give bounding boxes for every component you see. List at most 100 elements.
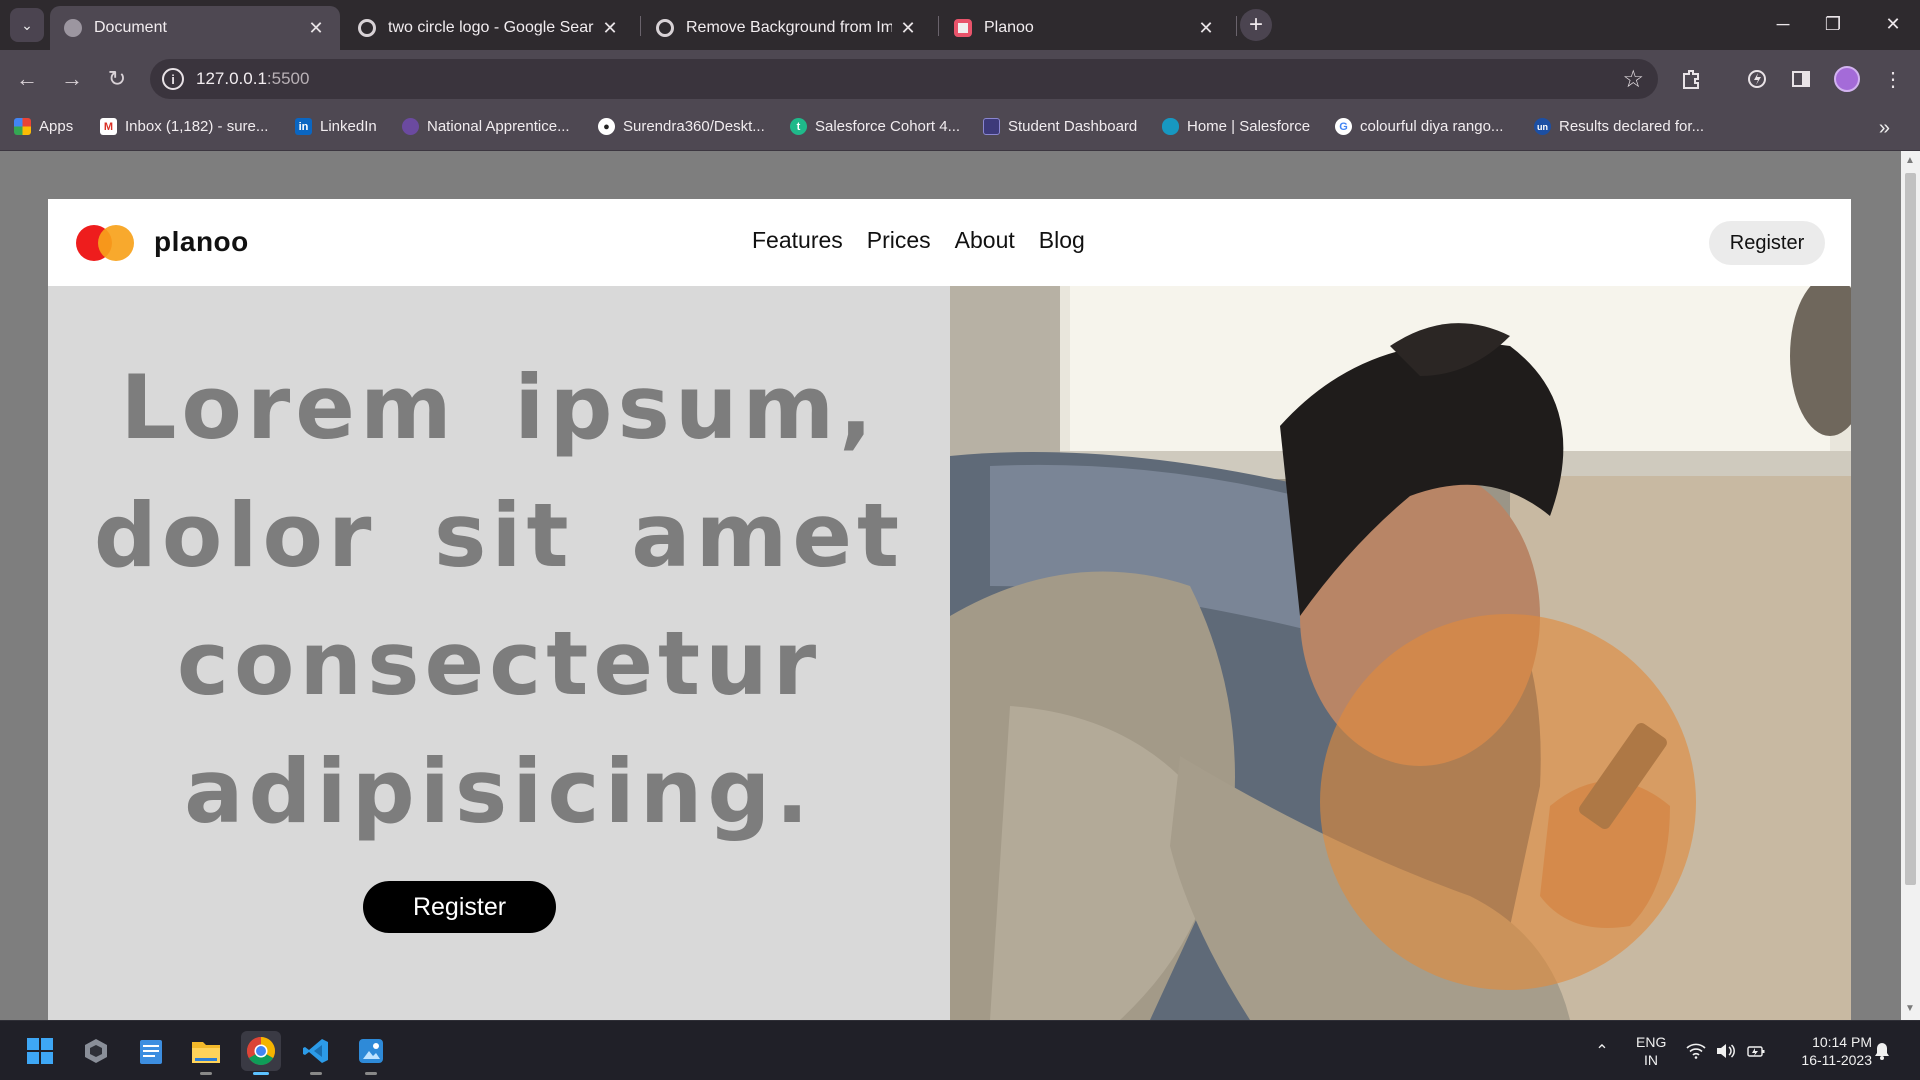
close-tab-icon[interactable]: ✕ <box>898 18 918 39</box>
windows-taskbar: ⌃ ENG IN 10:14 PM 16-11-2023 <box>0 1020 1920 1080</box>
scroll-down-arrow-icon[interactable]: ▼ <box>1905 1003 1915 1014</box>
menu-about[interactable]: About <box>955 227 1015 254</box>
show-hidden-icons[interactable]: ⌃ <box>1590 1021 1614 1080</box>
address-bar[interactable]: i 127.0.0.1:5500 ☆ <box>150 59 1658 99</box>
bookmark-colourful-diya[interactable]: G colourful diya rango... <box>1335 118 1503 135</box>
bookmark-inbox[interactable]: M Inbox (1,182) - sure... <box>100 118 268 135</box>
bookmark-label: Apps <box>39 118 74 135</box>
close-tab-icon[interactable]: ✕ <box>600 18 620 39</box>
header-register-button[interactable]: Register <box>1709 221 1825 265</box>
url-port: :5500 <box>266 69 310 88</box>
bookmark-linkedin[interactable]: in LinkedIn <box>295 118 377 135</box>
bookmark-salesforce-cohort[interactable]: t Salesforce Cohort 4... <box>790 118 960 135</box>
planoo-site: planoo Features Prices About Blog Regist… <box>48 199 1851 1020</box>
orange-circle <box>98 225 134 261</box>
tab-search-button[interactable]: ⌄ <box>10 8 44 42</box>
bookmark-home-salesforce[interactable]: Home | Salesforce <box>1162 118 1310 135</box>
bookmarks-bar: Apps M Inbox (1,182) - sure... in Linked… <box>0 108 1920 151</box>
hero-register-button[interactable]: Register <box>363 881 556 933</box>
tab-remove-background[interactable]: Remove Background from Imag ✕ <box>642 6 932 50</box>
system-clock[interactable]: 10:14 PM 16-11-2023 <box>1780 1033 1872 1069</box>
bookmark-star-icon[interactable]: ☆ <box>1622 65 1644 94</box>
close-tab-icon[interactable]: ✕ <box>1196 18 1216 39</box>
hero-photo <box>950 286 1851 1020</box>
region-code: IN <box>1644 1052 1658 1068</box>
bookmark-github[interactable]: ● Surendra360/Deskt... <box>598 118 765 135</box>
more-menu-icon[interactable]: ⋮ <box>1878 64 1908 94</box>
url-host: 127.0.0.1 <box>196 69 267 88</box>
gmail-icon: M <box>100 118 117 135</box>
paint-icon[interactable] <box>351 1031 391 1075</box>
reload-icon: ↻ <box>107 66 127 91</box>
notification-bell-icon[interactable] <box>1874 1021 1896 1080</box>
arrow-right-icon: → <box>61 66 83 91</box>
bookmark-label: colourful diya rango... <box>1360 118 1504 135</box>
menu-features[interactable]: Features <box>752 227 843 254</box>
clock-time: 10:14 PM <box>1812 1034 1872 1050</box>
close-window-button[interactable]: ✕ <box>1863 0 1920 48</box>
hero-headline: Lorem ipsum, dolor sit amet consectetur … <box>93 356 905 843</box>
tab-planoo[interactable]: Planoo ✕ <box>940 6 1230 50</box>
tab-google-search[interactable]: two circle logo - Google Search ✕ <box>344 6 634 50</box>
bookmark-results-declared[interactable]: un Results declared for... <box>1534 118 1704 135</box>
battery-icon[interactable] <box>1746 1021 1768 1080</box>
language-indicator[interactable]: ENG IN <box>1636 1033 1666 1069</box>
file-explorer-icon[interactable] <box>186 1031 226 1075</box>
bookmark-label: National Apprentice... <box>427 118 570 135</box>
browser-toolbar: ← → ↻ i 127.0.0.1:5500 ☆ ⋮ <box>0 50 1920 108</box>
globe-icon <box>64 19 82 37</box>
restore-button[interactable]: ❐ <box>1803 0 1863 48</box>
bookmark-label: Results declared for... <box>1559 118 1705 135</box>
bookmark-label: Surendra360/Deskt... <box>623 118 765 135</box>
tab-separator <box>938 16 939 36</box>
site-info-icon[interactable]: i <box>162 68 184 90</box>
profile-avatar-icon[interactable] <box>1832 64 1862 94</box>
forward-button[interactable]: → <box>55 62 89 96</box>
extensions-icon[interactable] <box>1676 64 1706 94</box>
new-tab-button[interactable]: + <box>1240 9 1272 41</box>
scrollbar-thumb[interactable] <box>1905 173 1916 885</box>
google-icon <box>358 19 376 37</box>
tab-separator <box>1236 16 1237 36</box>
url-text: 127.0.0.1:5500 <box>196 69 309 89</box>
more-bookmarks-icon[interactable]: » <box>1879 117 1890 140</box>
chevron-down-icon: ⌄ <box>21 16 33 33</box>
notepad-icon[interactable] <box>131 1031 171 1071</box>
dashboard-icon <box>983 118 1000 135</box>
back-button[interactable]: ← <box>10 62 44 96</box>
salesforce-cloud-icon <box>1162 118 1179 135</box>
brand-name[interactable]: planoo <box>154 226 249 258</box>
site-header: planoo Features Prices About Blog Regist… <box>48 199 1851 286</box>
clock-date: 16-11-2023 <box>1801 1052 1872 1068</box>
windows-start-icon[interactable] <box>20 1031 60 1071</box>
side-panel-icon[interactable] <box>1786 64 1816 94</box>
tab-separator <box>640 16 641 36</box>
extension-bolt-icon[interactable] <box>1742 64 1772 94</box>
bookmark-national-apprentice[interactable]: National Apprentice... <box>402 118 570 135</box>
tab-document[interactable]: Document ✕ <box>50 6 340 50</box>
wifi-icon[interactable] <box>1686 1021 1708 1080</box>
vscode-icon[interactable] <box>296 1031 336 1075</box>
scroll-up-arrow-icon[interactable]: ▲ <box>1905 155 1915 166</box>
tab-title: Remove Background from Imag <box>686 19 892 36</box>
reload-button[interactable]: ↻ <box>100 62 134 96</box>
running-indicator <box>365 1072 377 1075</box>
tab-title: Planoo <box>984 19 1034 36</box>
bookmark-student-dashboard[interactable]: Student Dashboard <box>983 118 1137 135</box>
chrome-icon[interactable] <box>241 1031 281 1075</box>
tab-strip: ⌄ Document ✕ two circle logo - Google Se… <box>0 0 1920 50</box>
bookmark-apps[interactable]: Apps <box>14 118 73 135</box>
menu-prices[interactable]: Prices <box>867 227 931 254</box>
bookmark-label: LinkedIn <box>320 118 377 135</box>
menu-blog[interactable]: Blog <box>1039 227 1085 254</box>
page-scrollbar[interactable]: ▲ ▼ <box>1901 151 1920 1020</box>
two-circle-logo-icon[interactable] <box>76 225 134 261</box>
lang-code: ENG <box>1636 1034 1667 1050</box>
main-menu: Features Prices About Blog <box>752 227 1085 254</box>
app-cube-icon[interactable] <box>76 1031 116 1071</box>
arrow-left-icon: ← <box>16 66 38 91</box>
close-tab-icon[interactable]: ✕ <box>306 18 326 39</box>
man-with-phone-illustration <box>950 286 1851 1020</box>
volume-icon[interactable] <box>1716 1021 1738 1080</box>
google-icon: G <box>1335 118 1352 135</box>
